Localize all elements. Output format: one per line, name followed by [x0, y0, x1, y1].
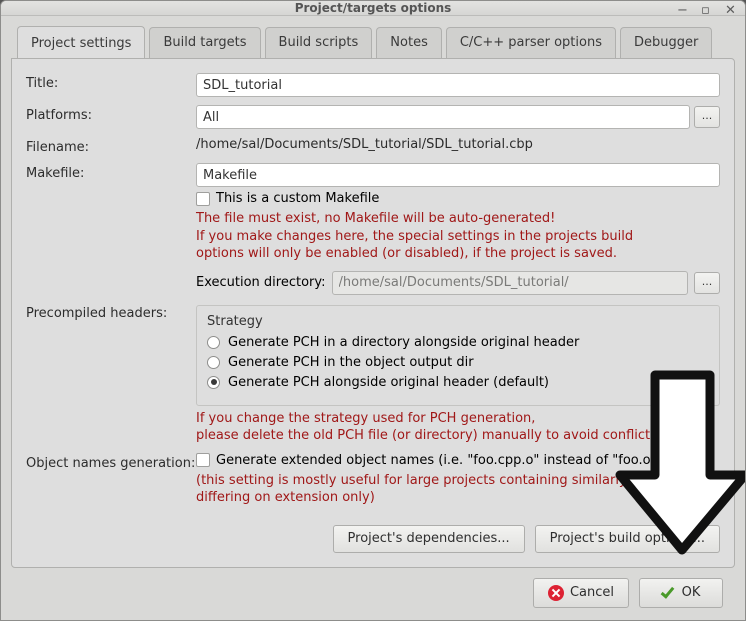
dialog-window: Project/targets options − ▫ ✕ Project se… [0, 0, 746, 621]
tab-notes[interactable]: Notes [376, 27, 442, 59]
makefile-warning: The file must exist, no Makefile will be… [196, 210, 720, 263]
pch-radio-alongside-dir-label: Generate PCH in a directory alongside or… [228, 335, 579, 350]
platforms-input[interactable] [196, 105, 690, 129]
strategy-group: Strategy Generate PCH in a directory alo… [196, 305, 720, 406]
pch-warning: If you change the strategy used for PCH … [196, 410, 720, 445]
dialog-footer: Cancel OK [11, 568, 735, 620]
cancel-icon [548, 585, 564, 601]
makefile-input[interactable] [196, 163, 720, 187]
exec-dir-browse-button[interactable]: ... [694, 272, 720, 294]
ok-button[interactable]: OK [639, 578, 723, 608]
exec-dir-input [332, 271, 688, 295]
close-icon[interactable]: ✕ [725, 4, 739, 18]
filename-value: /home/sal/Documents/SDL_tutorial/SDL_tut… [196, 137, 720, 152]
precompiled-label: Precompiled headers: [26, 303, 196, 321]
tab-project-settings[interactable]: Project settings [17, 26, 145, 58]
minimize-icon[interactable]: − [677, 4, 691, 18]
tab-debugger[interactable]: Debugger [620, 27, 712, 59]
ok-check-icon [662, 586, 676, 600]
tab-build-targets[interactable]: Build targets [149, 27, 260, 59]
pch-radio-object-dir-label: Generate PCH in the object output dir [228, 355, 474, 370]
tab-bar: Project settings Build targets Build scr… [11, 26, 735, 58]
platforms-label: Platforms: [26, 105, 196, 123]
pch-radio-object-dir[interactable] [207, 356, 220, 369]
custom-makefile-checkbox[interactable] [196, 192, 210, 206]
tab-build-scripts[interactable]: Build scripts [265, 27, 373, 59]
maximize-icon[interactable]: ▫ [701, 4, 715, 18]
obj-gen-check-label: Generate extended object names (i.e. "fo… [216, 453, 662, 468]
cancel-button[interactable]: Cancel [533, 578, 629, 608]
filename-label: Filename: [26, 137, 196, 155]
makefile-label: Makefile: [26, 163, 196, 181]
obj-gen-checkbox[interactable] [196, 453, 210, 467]
title-input[interactable] [196, 73, 720, 97]
window-title: Project/targets options [295, 1, 452, 15]
tab-panel: Title: Platforms: ... Filename: /home/sa… [11, 58, 735, 568]
pch-radio-alongside-dir[interactable] [207, 336, 220, 349]
project-dependencies-button[interactable]: Project's dependencies... [333, 525, 525, 553]
pch-radio-default-label: Generate PCH alongside original header (… [228, 375, 549, 390]
obj-gen-warning: (this setting is mostly useful for large… [196, 472, 720, 507]
strategy-group-label: Strategy [207, 314, 709, 329]
exec-dir-label: Execution directory: [196, 275, 326, 290]
project-build-options-button[interactable]: Project's build options... [535, 525, 720, 553]
titlebar[interactable]: Project/targets options − ▫ ✕ [1, 1, 745, 16]
tab-c-cpp-parser[interactable]: C/C++ parser options [446, 27, 616, 59]
pch-radio-default[interactable] [207, 376, 220, 389]
title-label: Title: [26, 73, 196, 91]
custom-makefile-check-label: This is a custom Makefile [216, 191, 379, 206]
platforms-browse-button[interactable]: ... [694, 106, 720, 128]
obj-gen-label: Object names generation: [26, 453, 196, 471]
